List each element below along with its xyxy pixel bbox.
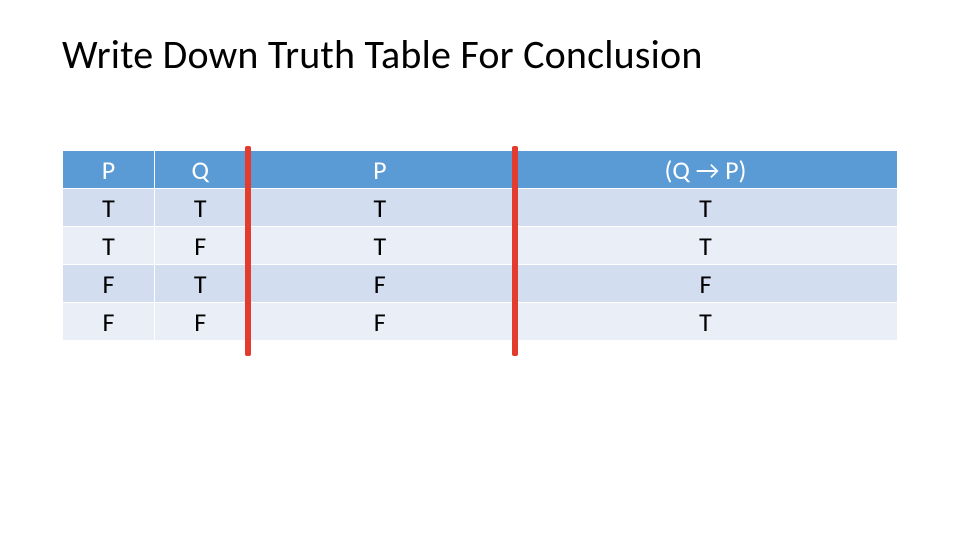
cell: F: [246, 265, 513, 303]
cell: F: [154, 303, 246, 341]
cell: T: [246, 189, 513, 227]
table-header-row: P Q P (Q → P): [63, 151, 898, 189]
cell: T: [513, 189, 897, 227]
table-row: T T T T: [63, 189, 898, 227]
cell: T: [154, 265, 246, 303]
table-row: F F F T: [63, 303, 898, 341]
col-header-q-imp-p: (Q → P): [513, 151, 897, 189]
slide-title: Write Down Truth Table For Conclusion: [62, 30, 703, 79]
table-row: T F T T: [63, 227, 898, 265]
separator-line: [245, 146, 251, 356]
col-header-p-copy: P: [246, 151, 513, 189]
col-header-q: Q: [154, 151, 246, 189]
cell: T: [246, 227, 513, 265]
cell: T: [63, 189, 155, 227]
table-row: F T F F: [63, 265, 898, 303]
separator-line: [512, 146, 518, 356]
cell: F: [513, 265, 897, 303]
cell: T: [513, 227, 897, 265]
cell: T: [513, 303, 897, 341]
cell: T: [154, 189, 246, 227]
truth-table: P Q P (Q → P) T T T T T F T T F T F: [62, 150, 898, 341]
col-header-p: P: [63, 151, 155, 189]
cell: T: [63, 227, 155, 265]
cell: F: [63, 303, 155, 341]
cell: F: [246, 303, 513, 341]
cell: F: [63, 265, 155, 303]
truth-table-container: P Q P (Q → P) T T T T T F T T F T F: [62, 150, 898, 341]
cell: F: [154, 227, 246, 265]
